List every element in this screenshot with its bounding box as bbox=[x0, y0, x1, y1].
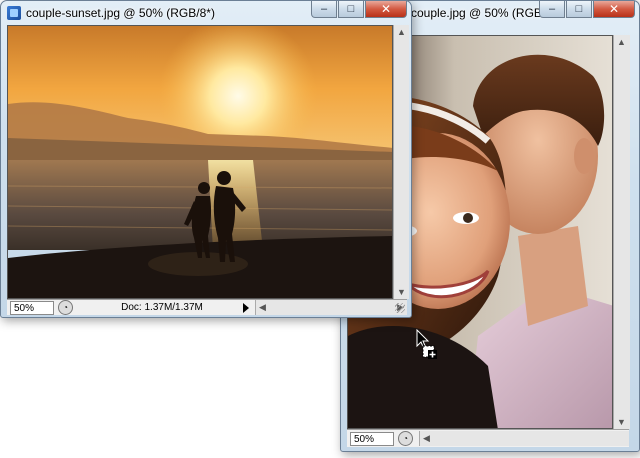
minimize-icon: – bbox=[320, 2, 328, 15]
scroll-down-icon[interactable]: ▼ bbox=[617, 417, 626, 427]
scroll-left-icon[interactable]: ◀ bbox=[259, 302, 266, 313]
minimize-icon: – bbox=[548, 2, 556, 15]
couple-sunset-window-title: couple-sunset.jpg @ 50% (RGB/8*) bbox=[26, 6, 215, 20]
couple-status-bar: 50% ◔ ◀ bbox=[347, 429, 629, 447]
couple-sunset-window-titlebar[interactable]: couple-sunset.jpg @ 50% (RGB/8*) – □ ✕ bbox=[1, 1, 411, 25]
zoom-options-icon[interactable]: ◔ bbox=[58, 300, 73, 315]
doc-size-info[interactable]: Doc: 1.37M/1.37M bbox=[87, 302, 237, 313]
sunset-photo-canvas[interactable] bbox=[7, 25, 393, 299]
scroll-left-icon[interactable]: ◀ bbox=[423, 433, 430, 444]
status-menu-arrow-icon[interactable] bbox=[243, 302, 249, 313]
close-button[interactable]: ✕ bbox=[365, 1, 407, 18]
move-drag-cursor-icon bbox=[416, 329, 437, 359]
minimize-button[interactable]: – bbox=[311, 1, 337, 18]
maximize-icon: □ bbox=[347, 2, 355, 15]
couple-vertical-scrollbar[interactable]: ▲ ▼ bbox=[613, 35, 630, 429]
zoom-options-icon[interactable]: ◔ bbox=[398, 431, 413, 446]
photoshop-document-icon bbox=[7, 6, 21, 20]
sunset-vertical-scrollbar[interactable]: ▲ ▼ bbox=[393, 25, 409, 299]
maximize-button[interactable]: □ bbox=[338, 1, 364, 18]
scroll-down-icon[interactable]: ▼ bbox=[397, 287, 406, 297]
maximize-icon: □ bbox=[575, 2, 583, 15]
resize-grip[interactable] bbox=[395, 303, 405, 313]
close-icon: ✕ bbox=[608, 2, 620, 16]
couple-horizontal-scrollbar[interactable]: ◀ bbox=[419, 431, 629, 446]
scroll-up-icon[interactable]: ▲ bbox=[397, 27, 406, 37]
zoom-field[interactable]: 50% bbox=[350, 431, 394, 446]
sunset-horizontal-scrollbar[interactable]: ◀ ▶ bbox=[255, 300, 407, 315]
minimize-button[interactable]: – bbox=[539, 1, 565, 18]
couple-sunset-document-window[interactable]: couple-sunset.jpg @ 50% (RGB/8*) – □ ✕ ▲… bbox=[0, 0, 412, 318]
scroll-up-icon[interactable]: ▲ bbox=[617, 37, 626, 47]
couple-window-controls: – □ ✕ bbox=[539, 1, 635, 18]
couple-sunset-window-controls: – □ ✕ bbox=[311, 1, 407, 18]
zoom-field[interactable]: 50% bbox=[10, 300, 54, 315]
sunset-status-bar: 50% ◔ Doc: 1.37M/1.37M ◀ ▶ bbox=[7, 299, 407, 315]
close-icon: ✕ bbox=[380, 2, 392, 16]
sunset-photo bbox=[8, 26, 392, 298]
close-button[interactable]: ✕ bbox=[593, 1, 635, 18]
maximize-button[interactable]: □ bbox=[566, 1, 592, 18]
couple-window-title: couple.jpg @ 50% (RGB/... bbox=[411, 6, 556, 20]
